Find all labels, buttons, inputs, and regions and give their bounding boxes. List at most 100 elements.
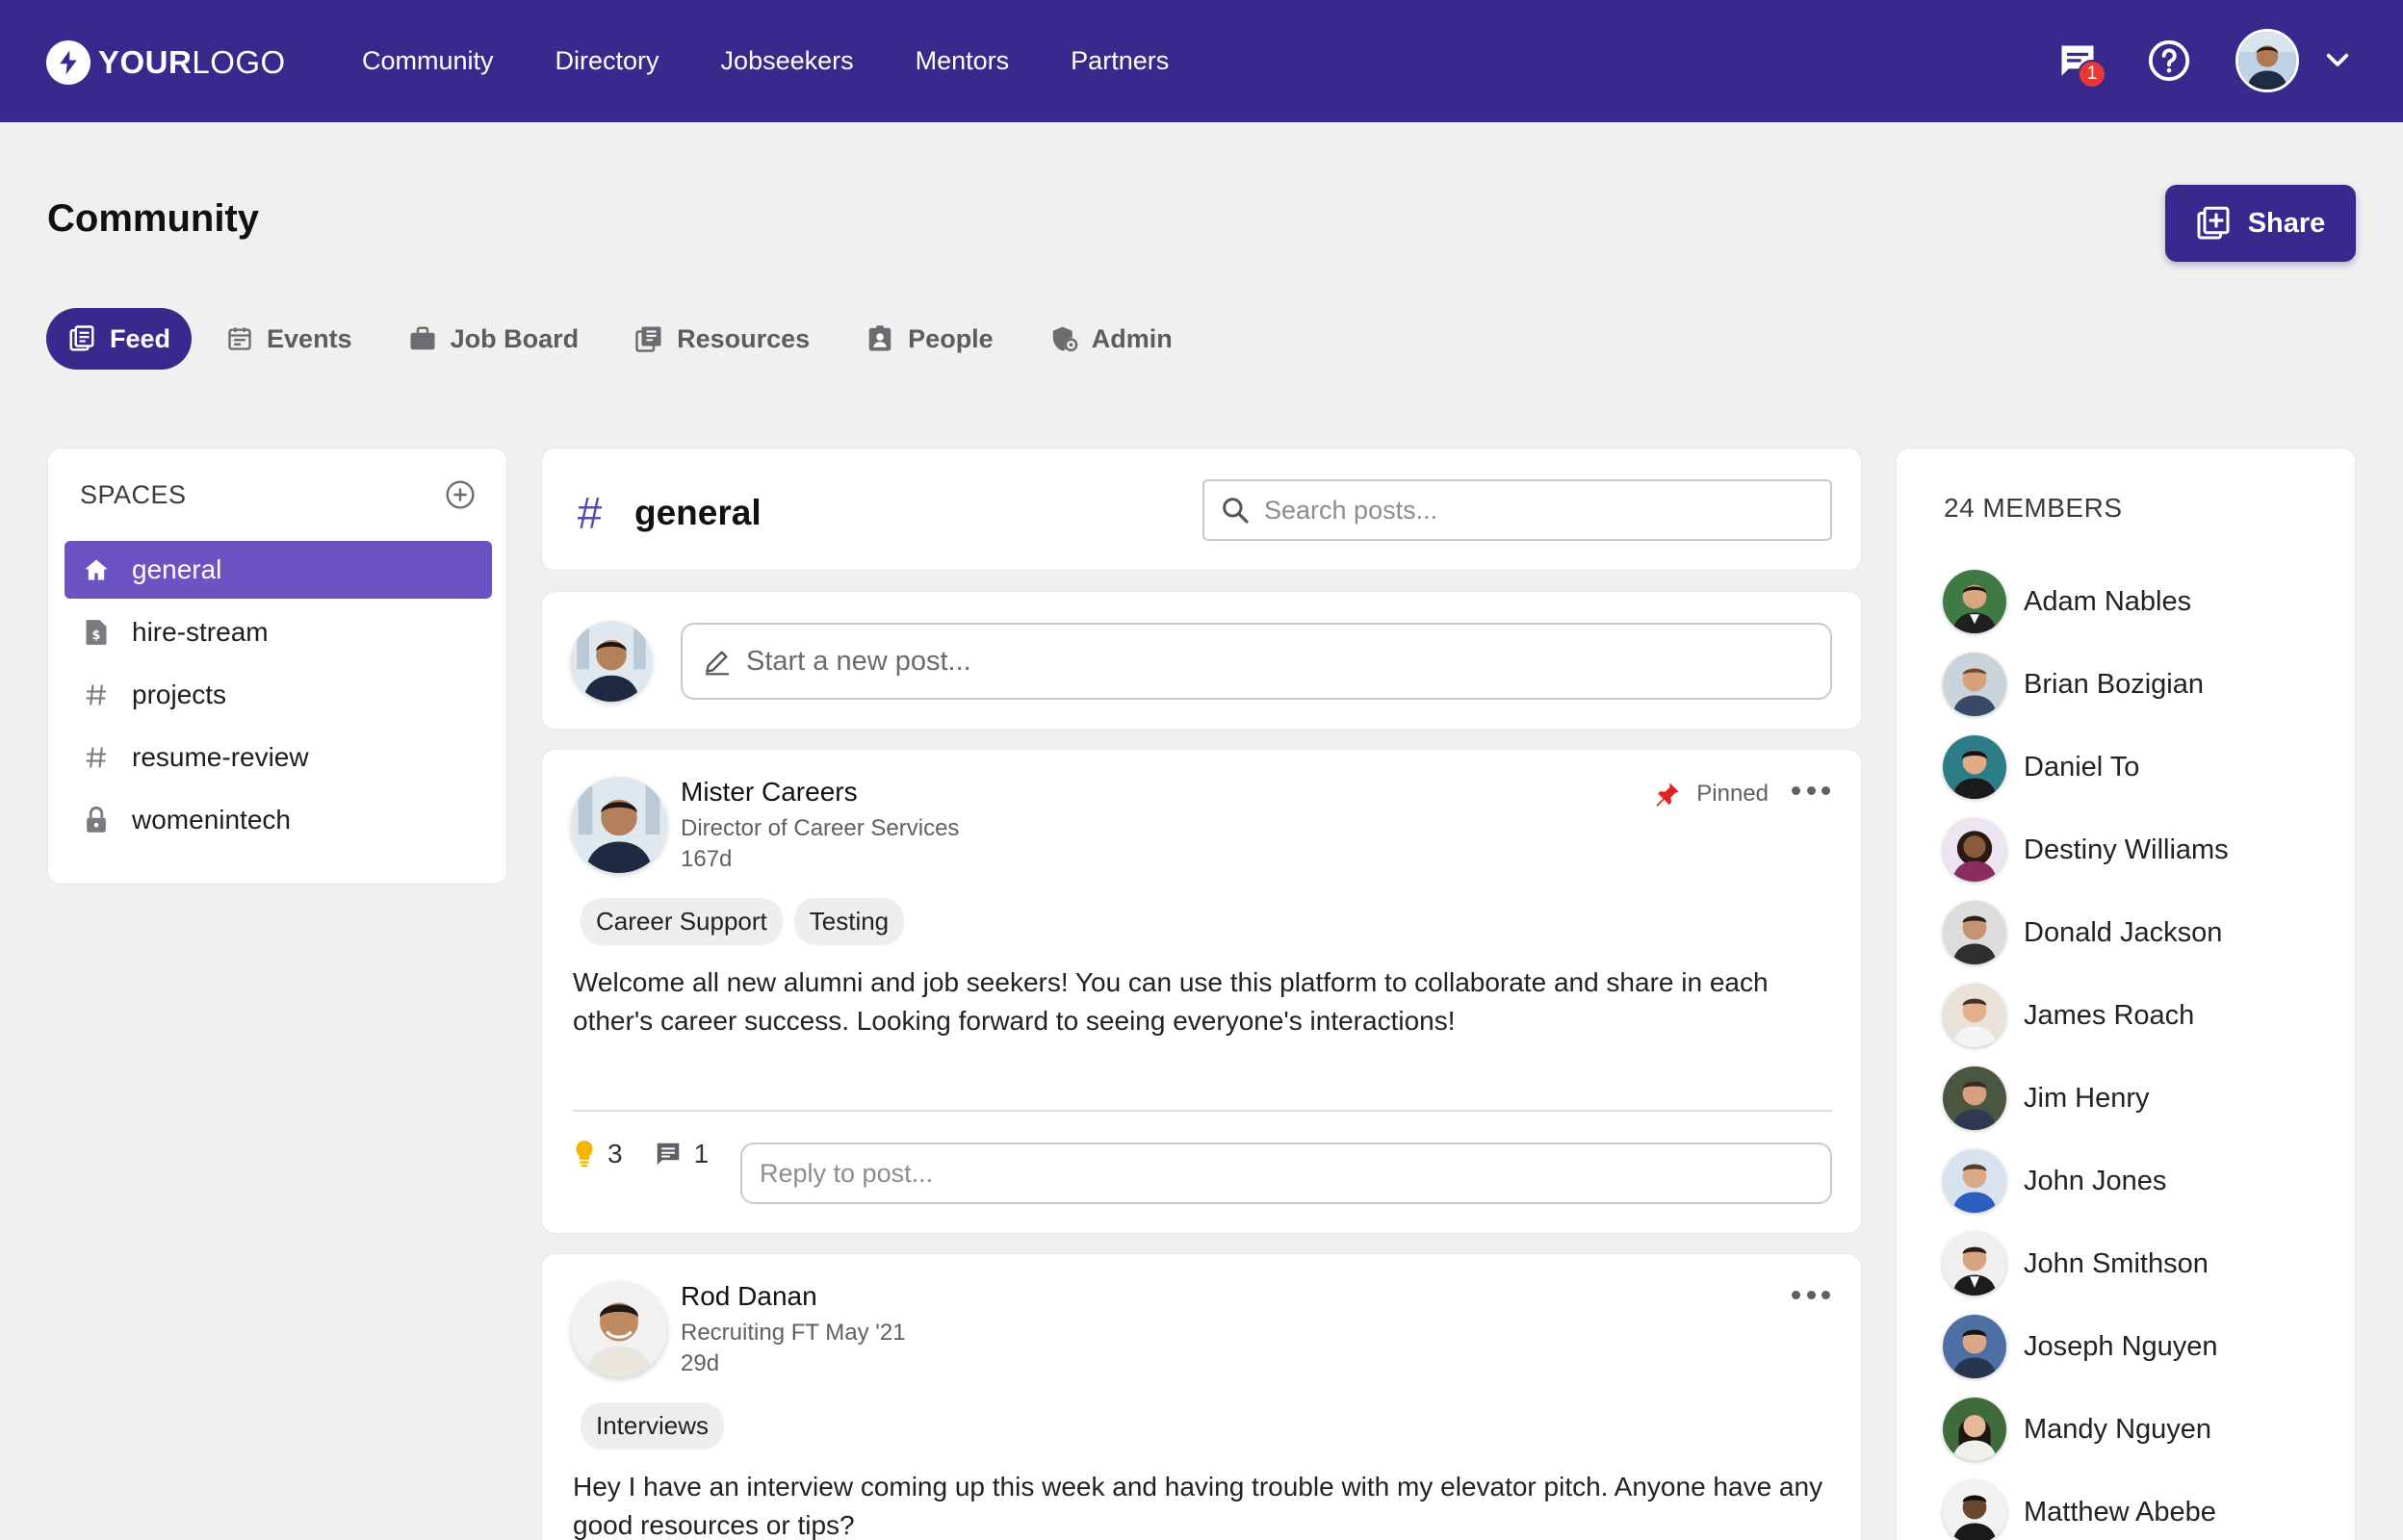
member-item[interactable]: Daniel To — [1943, 726, 2229, 808]
chevron-down-icon — [2326, 53, 2349, 66]
tab-resources[interactable]: Resources — [613, 308, 831, 370]
calendar-icon — [228, 327, 251, 350]
avatar — [1943, 1149, 2006, 1213]
space-label: general — [132, 554, 222, 584]
spaces-heading: SPACES — [80, 480, 187, 509]
avatar — [1943, 1315, 2006, 1378]
channel-name: general — [634, 493, 762, 532]
member-item[interactable]: Matthew Abebe — [1943, 1471, 2229, 1540]
avatar — [1943, 570, 2006, 633]
members-heading: 24 MEMBERS — [1944, 493, 2123, 523]
member-name: Adam Nables — [2024, 585, 2192, 617]
like-button[interactable]: 3 — [573, 1139, 623, 1169]
post-author-role: Director of Career Services — [681, 815, 960, 841]
search-icon — [1223, 498, 1249, 524]
member-item[interactable]: John Smithson — [1943, 1222, 2229, 1305]
logo[interactable]: YOURLOGO — [46, 40, 286, 85]
member-item[interactable]: Jim Henry — [1943, 1057, 2229, 1140]
tag-chip[interactable]: Testing — [793, 898, 905, 945]
share-button[interactable]: Share — [2165, 185, 2356, 262]
hash-icon — [82, 743, 111, 772]
space-item-projects[interactable]: projects — [65, 666, 492, 724]
member-item[interactable]: Adam Nables — [1943, 560, 2229, 643]
tag-chip[interactable]: Career Support — [581, 898, 783, 945]
comment-button[interactable]: 1 — [654, 1139, 709, 1169]
member-item[interactable]: Joseph Nguyen — [1943, 1305, 2229, 1388]
member-item[interactable]: John Jones — [1943, 1140, 2229, 1222]
space-label: womenintech — [132, 805, 291, 834]
avatar — [1943, 984, 2006, 1047]
user-avatar[interactable] — [2235, 29, 2299, 92]
chat-button[interactable]: 1 — [2056, 35, 2106, 89]
post-author[interactable]: Rod Danan — [681, 1281, 817, 1312]
hash-icon — [82, 680, 111, 709]
search-posts-input[interactable] — [1264, 495, 1803, 526]
pencil-icon — [706, 651, 729, 676]
search-posts-field[interactable] — [1202, 479, 1832, 541]
space-item-general[interactable]: general — [65, 541, 492, 599]
post-card: Mister Careers Director of Career Servic… — [541, 749, 1862, 1234]
post-card: Rod Danan Recruiting FT May '21 29d Inte… — [541, 1253, 1862, 1540]
nav-community[interactable]: Community — [362, 46, 494, 76]
add-space-button[interactable] — [445, 479, 476, 510]
tab-people[interactable]: People — [844, 308, 1015, 370]
tab-admin[interactable]: Admin — [1028, 308, 1194, 370]
feed-icon — [69, 325, 94, 351]
briefcase-icon — [410, 326, 435, 350]
tab-events[interactable]: Events — [205, 308, 374, 370]
post-body: Hey I have an interview coming up this w… — [573, 1472, 1823, 1540]
members-panel: 24 MEMBERS Adam Nables Brian Bozigian Da… — [1896, 448, 2356, 1540]
avatar[interactable] — [571, 1281, 667, 1377]
space-list: general $ hire-stream projects resume-re… — [65, 541, 492, 854]
nav-mentors[interactable]: Mentors — [916, 46, 1010, 76]
member-name: Brian Bozigian — [2024, 668, 2204, 700]
tag-chip[interactable]: Interviews — [581, 1402, 725, 1450]
tab-label: People — [908, 323, 994, 353]
pinned-label: Pinned — [1696, 781, 1769, 807]
reply-field[interactable] — [740, 1142, 1832, 1204]
tab-feed[interactable]: Feed — [46, 308, 193, 370]
post-more-button[interactable] — [1792, 1283, 1830, 1306]
badge-icon — [868, 325, 891, 351]
avatar — [1943, 653, 2006, 716]
reply-input[interactable] — [760, 1158, 1809, 1189]
post-composer — [541, 591, 1862, 730]
avatar — [1943, 901, 2006, 964]
member-item[interactable]: Brian Bozigian — [1943, 643, 2229, 726]
new-post-field[interactable] — [681, 623, 1832, 700]
channel-hash: # — [577, 488, 602, 538]
new-post-input[interactable] — [746, 645, 1805, 678]
main-nav: Community Directory Jobseekers Mentors P… — [362, 0, 1230, 122]
member-name: John Jones — [2024, 1165, 2167, 1196]
nav-directory[interactable]: Directory — [556, 46, 659, 76]
post-tags: Interviews — [581, 1402, 736, 1450]
divider — [573, 1110, 1832, 1112]
logo-text: YOURLOGO — [98, 44, 286, 80]
space-item-resume-review[interactable]: resume-review — [65, 729, 492, 786]
share-label: Share — [2247, 207, 2326, 239]
spaces-panel: SPACES general $ hire-stream projects re… — [47, 448, 507, 885]
post-author[interactable]: Mister Careers — [681, 777, 858, 808]
member-item[interactable]: Mandy Nguyen — [1943, 1388, 2229, 1471]
help-button[interactable] — [2147, 38, 2191, 83]
tab-label: Events — [267, 323, 352, 353]
space-item-hire-stream[interactable]: $ hire-stream — [65, 603, 492, 661]
nav-partners[interactable]: Partners — [1071, 46, 1169, 76]
tab-job-board[interactable]: Job Board — [387, 308, 601, 370]
nav-jobseekers[interactable]: Jobseekers — [721, 46, 854, 76]
member-item[interactable]: James Roach — [1943, 974, 2229, 1057]
tab-label: Admin — [1091, 323, 1173, 353]
member-item[interactable]: Donald Jackson — [1943, 891, 2229, 974]
member-name: Matthew Abebe — [2024, 1496, 2216, 1527]
post-more-button[interactable] — [1792, 779, 1830, 802]
space-item-womenintech[interactable]: womenintech — [65, 791, 492, 849]
community-tabs: Feed Events Job Board Resources People A… — [46, 308, 1207, 370]
avatar — [571, 621, 652, 702]
member-name: Mandy Nguyen — [2024, 1413, 2212, 1445]
tab-label: Job Board — [450, 323, 580, 353]
member-item[interactable]: Destiny Williams — [1943, 808, 2229, 891]
avatar — [1943, 1398, 2006, 1461]
avatar[interactable] — [571, 777, 667, 873]
user-menu-toggle[interactable] — [2322, 45, 2353, 76]
plus-circle-icon — [446, 480, 475, 509]
